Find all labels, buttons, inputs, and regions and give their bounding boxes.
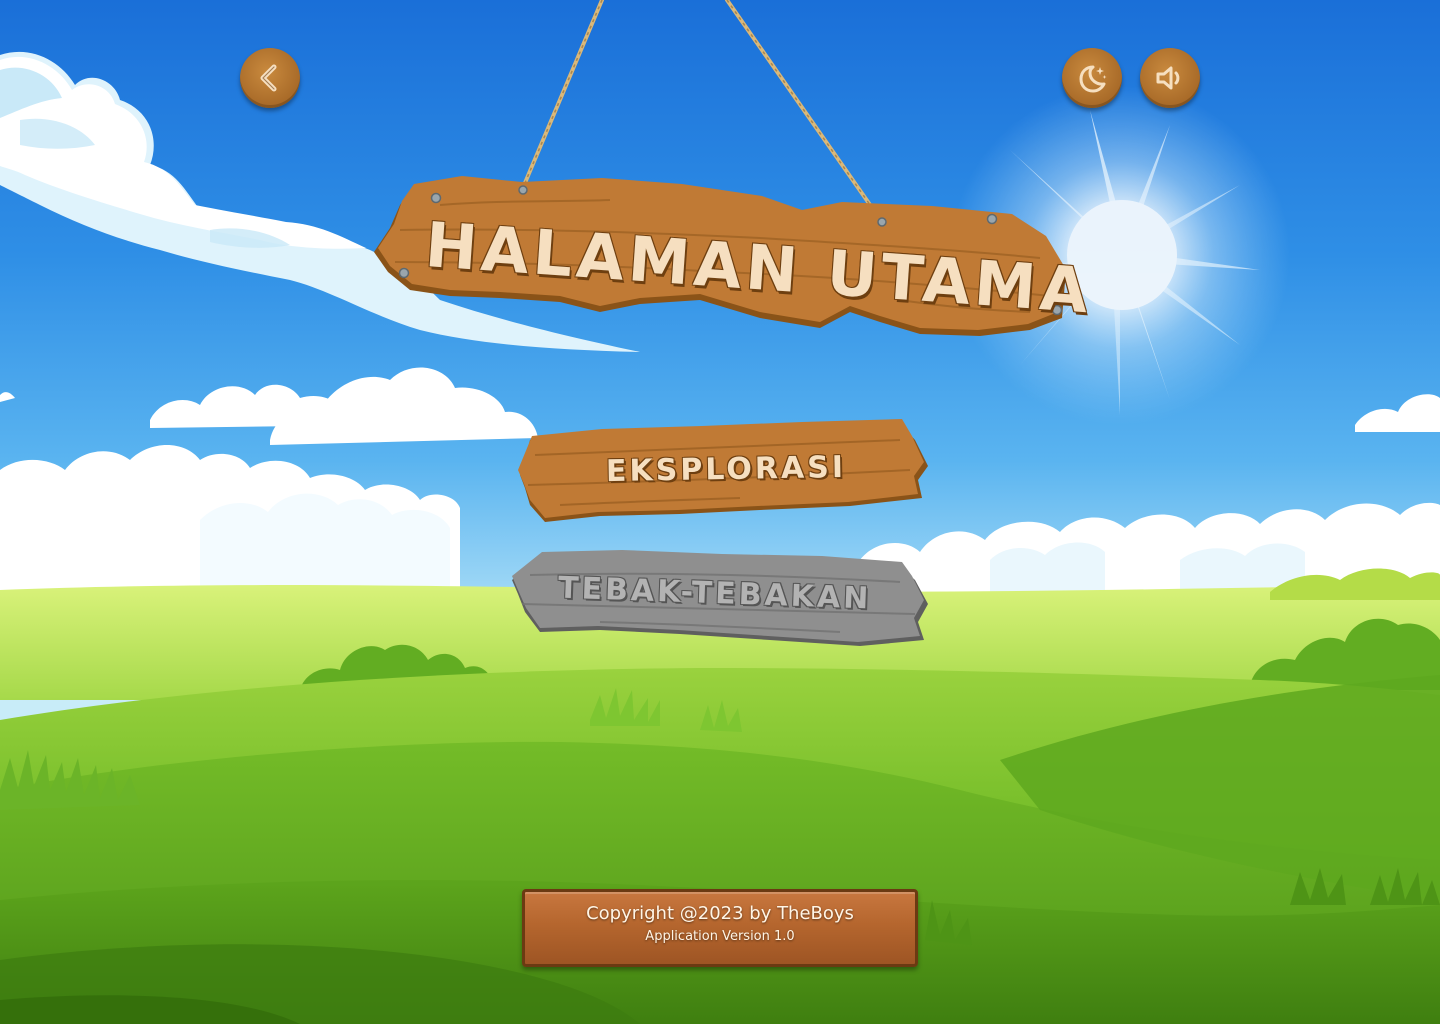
moon-stars-icon: [1079, 65, 1107, 93]
guess-button-label: TEBAK-TEBAKAN: [557, 570, 872, 617]
footer-info-box: Copyright @2023 by TheBoys Application V…: [522, 889, 918, 967]
cloud-mid-left: [0, 367, 538, 445]
game-scene: HALAMAN UTAMA EKSPLORASI TEBAK-TEBAKAN C…: [0, 0, 1440, 1024]
chevron-left-icon: [260, 64, 277, 92]
copyright-text: Copyright @2023 by TheBoys: [586, 903, 854, 924]
speaker-icon: [1156, 66, 1180, 90]
sound-button[interactable]: [1140, 48, 1200, 108]
guess-button[interactable]: TEBAK-TEBAKAN: [512, 550, 928, 646]
explore-button[interactable]: EKSPLORASI: [518, 419, 928, 522]
cloud-right: [1355, 394, 1440, 432]
theme-toggle-button[interactable]: [1062, 48, 1122, 108]
explore-button-label: EKSPLORASI: [605, 449, 847, 490]
version-text: Application Version 1.0: [645, 929, 795, 944]
back-button[interactable]: [240, 48, 300, 108]
